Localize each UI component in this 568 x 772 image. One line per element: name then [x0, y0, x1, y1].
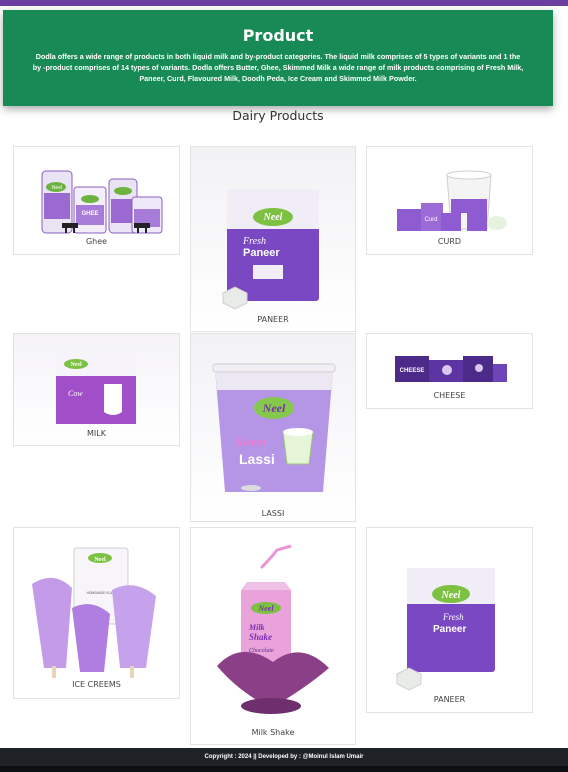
brand-logo-text: Neel [52, 185, 62, 191]
product-label: LASSI [261, 509, 285, 518]
brand-logo-text: Neel [70, 362, 82, 368]
product-hero-banner: Product Dodla offers a wide range of pro… [3, 10, 553, 106]
product-label: PANEER [257, 315, 289, 324]
pack-label-curd: Curd [424, 217, 437, 223]
product-card-paneer-2[interactable]: Neel Fresh Paneer PANEER [366, 527, 533, 713]
sweet-lassi-cup-image: Neel Sweet Lassi [212, 363, 336, 492]
pack-label-milk: Milk [248, 623, 265, 632]
product-label: PANEER [433, 695, 466, 704]
footer-copyright: Copyright : 2024 || Developed by : @Moin… [0, 748, 568, 766]
product-card-curd[interactable]: Curd CURD [366, 146, 533, 255]
paneer-pack-image: Neel Fresh Paneer [396, 568, 495, 691]
product-card-paneer[interactable]: Neel Fresh Paneer PANEER [190, 146, 356, 332]
brand-logo-text: Neel [257, 604, 274, 613]
product-description: Dodla offers a wide range of products in… [32, 52, 524, 83]
pack-label-paneer: Paneer [243, 247, 280, 259]
ghee-packs-image: Neel GHEE [41, 170, 163, 234]
pack-label-sweet: Sweet [235, 434, 266, 449]
product-card-milk-shake[interactable]: Neel Milk Shake Chocolate Milk Shake [190, 527, 356, 745]
page-title: Product [242, 26, 314, 45]
product-card-lassi[interactable]: Neel Sweet Lassi LASSI [190, 333, 356, 522]
product-label: Milk Shake [251, 728, 295, 737]
product-label: ICE CREEMS [72, 680, 121, 689]
bottom-bar [0, 766, 568, 772]
section-title: Dairy Products [232, 108, 324, 123]
pack-label-lassi: Lassi [239, 451, 275, 467]
paneer-pack-image: Neel Fresh Paneer [222, 189, 319, 310]
brand-logo-text: Neel [262, 401, 286, 415]
pack-label-shake: Shake [249, 632, 272, 642]
product-card-ghee[interactable]: Neel GHEE Ghee [13, 146, 180, 255]
product-label: CHEESE [433, 391, 466, 400]
pack-label-fresh: Fresh [242, 236, 266, 247]
product-card-milk[interactable]: Neel Cow MILK [13, 333, 180, 446]
brand-logo-text: Neel [441, 590, 461, 601]
top-accent-bar [0, 0, 568, 6]
pack-label-kulfi: HOMEMADE KULFI [87, 591, 116, 595]
kulfi-ice-cream-image: Neel HOMEMADE KULFI [32, 547, 156, 678]
pack-label-fresh: Fresh [442, 612, 464, 622]
pack-label-cow: Cow [68, 389, 83, 398]
milk-pouch-image: Neel Cow [56, 354, 136, 424]
brand-logo-text: Neel [94, 557, 106, 563]
product-card-cheese[interactable]: CHEESE CHEESE [366, 333, 533, 409]
chocolate-milk-shake-image: Neel Milk Shake Chocolate [217, 544, 329, 714]
pack-label-paneer: Paneer [433, 624, 466, 635]
pack-label-cheese: CHEESE [400, 368, 425, 374]
cheese-box-image: CHEESE [395, 356, 507, 382]
product-label: MILK [87, 429, 106, 438]
product-card-ice-creams[interactable]: Neel HOMEMADE KULFI ICE CREEMS [13, 527, 180, 699]
brand-logo-text: Neel [263, 212, 283, 223]
product-label: Ghee [85, 237, 108, 246]
product-label: CURD [437, 237, 462, 246]
curd-pack-image: Curd [397, 170, 507, 231]
pack-label-ghee: GHEE [81, 211, 98, 217]
